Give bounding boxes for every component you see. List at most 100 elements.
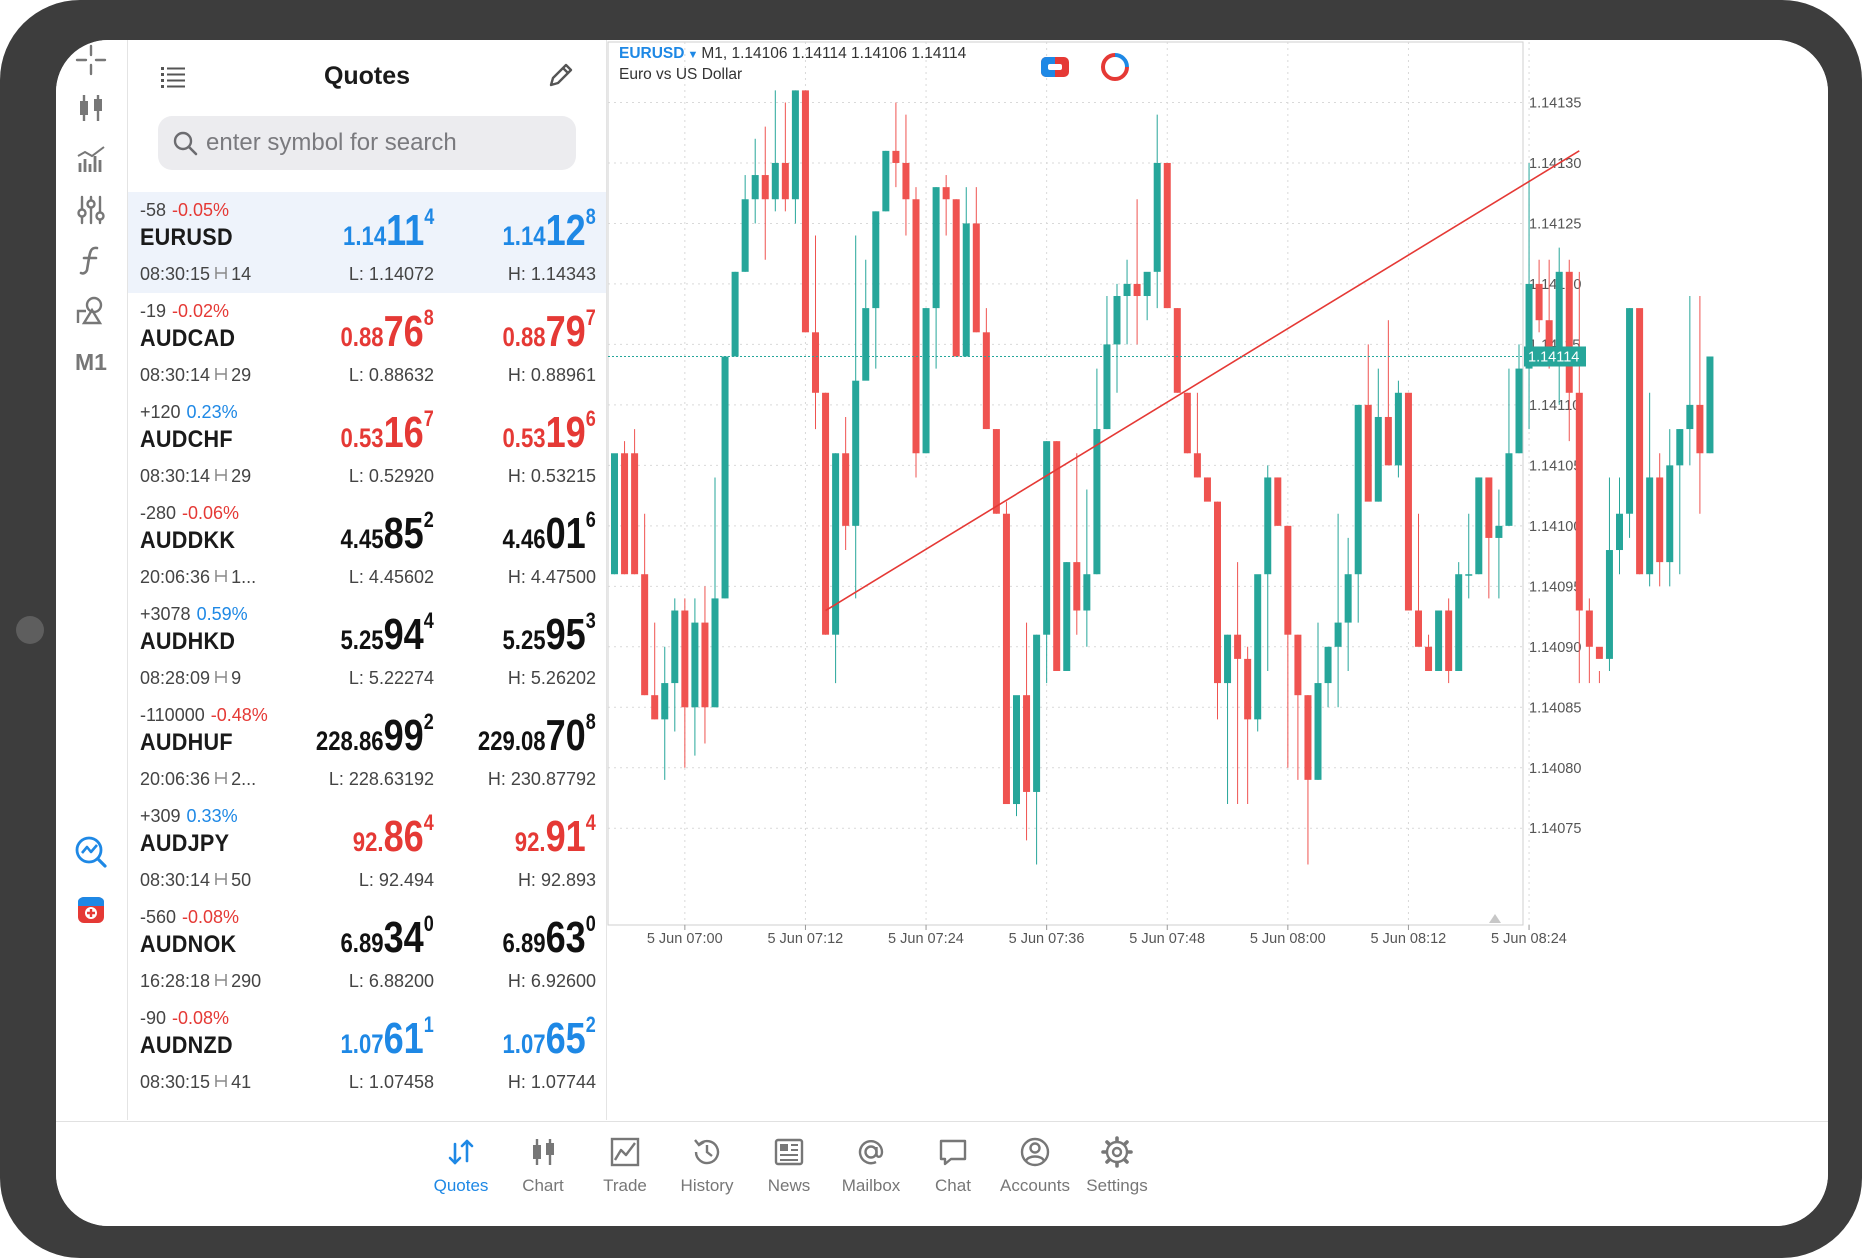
quote-high: H: 92.893 — [517, 870, 596, 890]
tab-news[interactable]: News — [744, 1132, 834, 1202]
bid-price[interactable]: 5.25944 — [341, 608, 434, 660]
news-icon — [772, 1132, 806, 1172]
quote-symbol: AUDHUF — [140, 729, 233, 756]
ask-price[interactable]: 229.08708 — [478, 709, 596, 761]
tab-trade[interactable]: Trade — [580, 1132, 670, 1202]
bid-price[interactable]: 4.45852 — [341, 507, 434, 559]
chart-toolbar: M1 — [56, 40, 128, 1120]
candle-bear — [1274, 477, 1282, 526]
spread-icon — [214, 567, 228, 588]
quote-change-points: +120 — [140, 402, 181, 422]
quote-row-audjpy[interactable]: +309 0.33% AUDJPY 08:30:14 50 92.864 92.914 L: … — [128, 798, 606, 899]
tab-quotes[interactable]: Quotes — [416, 1132, 506, 1202]
quote-spread: 50 — [231, 870, 252, 890]
candle-bull — [1043, 441, 1051, 635]
tab-chart[interactable]: Chart — [498, 1132, 588, 1202]
chart-shift-marker — [1489, 914, 1501, 923]
crosshair-icon[interactable] — [68, 40, 114, 80]
candle-bull — [1103, 344, 1111, 430]
candle-bull — [751, 175, 759, 200]
quote-low: L: 4.45602 — [348, 567, 434, 587]
tab-label: History — [680, 1176, 734, 1195]
quote-change-percent: -0.05% — [172, 200, 230, 220]
function-icon[interactable] — [68, 240, 114, 280]
symbol-search-box[interactable] — [158, 116, 576, 170]
tab-accounts[interactable]: Accounts — [990, 1132, 1080, 1202]
timeframe-button[interactable]: M1 — [68, 342, 114, 382]
candle-bull — [1093, 429, 1101, 575]
one-click-trading-icon[interactable] — [1040, 55, 1070, 84]
quote-row-audhkd[interactable]: +3078 0.59% AUDHKD 08:28:09 9 5.25944 5.25953 L… — [128, 596, 606, 697]
tab-chat[interactable]: Chat — [908, 1132, 998, 1202]
candle-bear — [1284, 525, 1292, 635]
quote-row-audnok[interactable]: -560 -0.08% AUDNOK 16:28:18 290 6.89340 6.8963… — [128, 899, 606, 1000]
ask-price[interactable]: 4.46016 — [503, 507, 596, 559]
candle-bear — [842, 453, 850, 526]
chart-area[interactable]: 1.14135 1.14130 1.14125 1.14120 1.14115 1.141… — [607, 40, 1828, 1120]
ask-price[interactable]: 1.07652 — [503, 1012, 596, 1064]
ask-price[interactable]: 0.53196 — [503, 406, 596, 458]
candle-bear — [902, 162, 910, 200]
bid-price[interactable]: 92.864 — [353, 810, 434, 862]
candle-bear — [1203, 477, 1211, 502]
candle-bear — [651, 695, 659, 720]
x-tick-label: 5 Jun 07:12 — [767, 931, 843, 947]
chart-type-icon[interactable] — [68, 88, 114, 128]
quote-row-auddkk[interactable]: -280 -0.06% AUDDKK 20:06:36 1... 4.45852 4.460… — [128, 495, 606, 596]
candle-bear — [952, 199, 960, 357]
candle-bull — [1505, 453, 1513, 526]
bid-price[interactable]: 0.88768 — [341, 305, 434, 357]
candle-bull — [721, 356, 729, 599]
trading-app-icon[interactable] — [68, 890, 114, 930]
candle-bull — [611, 453, 618, 575]
symbol-dropdown-arrow-icon[interactable]: ▼ — [687, 49, 698, 61]
bid-price[interactable]: 0.53167 — [341, 406, 434, 458]
tab-settings[interactable]: Settings — [1072, 1132, 1162, 1202]
ask-price[interactable]: 1.14128 — [503, 204, 596, 256]
quote-time: 08:30:14 50 — [140, 870, 251, 891]
ask-price[interactable]: 6.89630 — [503, 911, 596, 963]
quote-change: -110000 -0.48% — [140, 705, 268, 726]
quote-spread: 9 — [231, 668, 242, 688]
objects-icon[interactable] — [68, 290, 114, 330]
quote-row-audhuf[interactable]: -110000 -0.48% AUDHUF 20:06:36 2... 228.86992… — [128, 697, 606, 798]
ask-price[interactable]: 5.25953 — [503, 608, 596, 660]
candle-bear — [1656, 477, 1664, 563]
y-tick-label: 1.14130 — [1529, 156, 1581, 172]
tab-mailbox[interactable]: Mailbox — [826, 1132, 916, 1202]
settings-sliders-icon[interactable] — [68, 190, 114, 230]
x-tick-label: 5 Jun 07:00 — [647, 931, 723, 947]
candle-bull — [1646, 477, 1654, 575]
candle-bull — [1605, 550, 1613, 659]
ask-price[interactable]: 0.88797 — [503, 305, 596, 357]
quote-symbol: AUDNOK — [140, 931, 237, 958]
bid-price[interactable]: 228.86992 — [316, 709, 434, 761]
quote-row-eurusd[interactable]: -58 -0.05% EURUSD 08:30:15 14 1.14114 1.14128 L… — [128, 192, 606, 293]
candle-bull — [932, 187, 940, 309]
edit-pencil-icon[interactable] — [546, 60, 576, 95]
ask-price[interactable]: 92.914 — [515, 810, 596, 862]
candlestick-chart[interactable]: 1.141351.141301.141251.141201.141151.141… — [607, 40, 1828, 1120]
candle-bull — [1013, 695, 1020, 805]
signals-icon[interactable] — [68, 832, 114, 872]
candle-bear — [1073, 562, 1081, 611]
y-tick-label: 1.14085 — [1529, 700, 1581, 716]
bid-price[interactable]: 1.07611 — [341, 1012, 434, 1064]
history-icon — [690, 1132, 724, 1172]
candle-bear — [681, 610, 689, 708]
bid-price[interactable]: 6.89340 — [341, 911, 434, 963]
market-depth-icon[interactable] — [1100, 52, 1130, 87]
candle-bear — [1445, 610, 1453, 671]
bid-price[interactable]: 1.14114 — [343, 204, 434, 256]
tab-history[interactable]: History — [662, 1132, 752, 1202]
quote-time: 08:30:15 41 — [140, 1072, 251, 1093]
quotes-list: -58 -0.05% EURUSD 08:30:15 14 1.14114 1.14128 L… — [128, 192, 606, 1101]
quote-row-audcad[interactable]: -19 -0.02% AUDCAD 08:30:14 29 0.88768 0.88797 L… — [128, 293, 606, 394]
quote-row-audchf[interactable]: +120 0.23% AUDCHF 08:30:14 29 0.53167 0.53196 L… — [128, 394, 606, 495]
chart-symbol[interactable]: EURUSD — [619, 45, 684, 62]
candle-bear — [1485, 477, 1493, 538]
indicators-icon[interactable] — [68, 140, 114, 180]
symbol-search-input[interactable] — [204, 128, 568, 158]
chat-icon — [936, 1132, 970, 1172]
quote-row-audnzd[interactable]: -90 -0.08% AUDNZD 08:30:15 41 1.07611 1.07652 L… — [128, 1000, 606, 1101]
